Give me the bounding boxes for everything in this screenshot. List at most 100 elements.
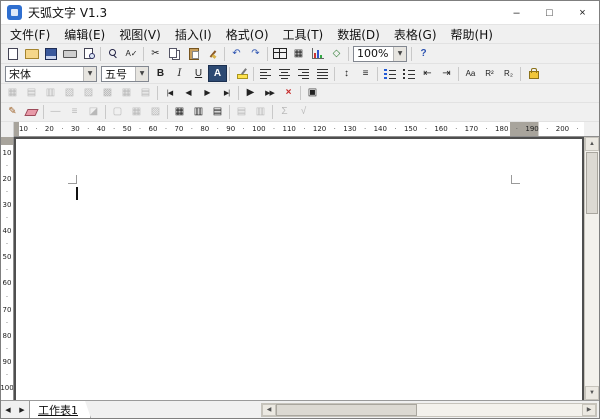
chevron-down-icon[interactable]: ▼ bbox=[135, 67, 148, 81]
vertical-scroll-thumb[interactable] bbox=[586, 152, 598, 214]
print-preview-icon[interactable] bbox=[79, 45, 98, 62]
scroll-down-icon[interactable]: ▼ bbox=[585, 386, 599, 400]
spell-check-icon[interactable]: A✓ bbox=[122, 45, 141, 62]
first-record-icon[interactable]: |◀ bbox=[160, 85, 179, 102]
subscript-icon[interactable]: R₂ bbox=[499, 65, 518, 82]
help-icon[interactable]: ? bbox=[414, 45, 433, 62]
line-spacing-icon[interactable]: ↕ bbox=[337, 65, 356, 82]
toolbar-separator bbox=[267, 47, 268, 61]
align-right-icon[interactable] bbox=[294, 65, 313, 82]
redo-icon[interactable]: ↷ bbox=[246, 45, 265, 62]
previous-record-icon[interactable]: ◀ bbox=[179, 85, 198, 102]
new-document-icon[interactable] bbox=[3, 45, 22, 62]
superscript-icon[interactable]: R² bbox=[480, 65, 499, 82]
menu-view[interactable]: 视图(V) bbox=[112, 25, 168, 43]
font-size-combo[interactable]: 五号 ▼ bbox=[101, 66, 149, 82]
horizontal-scroll-thumb[interactable] bbox=[276, 404, 417, 416]
vertical-scroll-track[interactable] bbox=[585, 151, 599, 386]
split-cells-icon: ▤ bbox=[22, 85, 41, 102]
zoom-combo[interactable]: 100% ▼ bbox=[353, 46, 407, 62]
close-button[interactable]: × bbox=[566, 1, 599, 24]
underline-icon[interactable]: U bbox=[189, 65, 208, 82]
scroll-left-icon[interactable]: ◀ bbox=[262, 404, 276, 416]
copy-icon[interactable] bbox=[165, 45, 184, 62]
menu-help[interactable]: 帮助(H) bbox=[444, 25, 500, 43]
protect-document-icon[interactable] bbox=[523, 65, 542, 82]
ruler-tick: · bbox=[35, 125, 37, 133]
document-page[interactable] bbox=[14, 137, 584, 400]
insert-columns-icon: ▨ bbox=[79, 85, 98, 102]
chevron-down-icon[interactable]: ▼ bbox=[83, 67, 96, 81]
eraser-icon[interactable] bbox=[22, 104, 41, 121]
cut-icon[interactable]: ✂ bbox=[146, 45, 165, 62]
align-center-icon[interactable] bbox=[275, 65, 294, 82]
next-record-icon[interactable]: ▶ bbox=[198, 85, 217, 102]
bullets-icon[interactable] bbox=[399, 65, 418, 82]
insert-worksheet-icon[interactable]: ▦ bbox=[289, 45, 308, 62]
insert-cells-icon[interactable]: ▦ bbox=[170, 104, 189, 121]
save-icon[interactable] bbox=[41, 45, 60, 62]
last-record-icon[interactable]: ▶| bbox=[217, 85, 236, 102]
split-icon[interactable]: ▤ bbox=[208, 104, 227, 121]
scroll-up-icon[interactable]: ▲ bbox=[585, 137, 599, 151]
decrease-indent-icon[interactable]: ⇤ bbox=[418, 65, 437, 82]
merge-icon[interactable]: ▥ bbox=[189, 104, 208, 121]
font-color-icon[interactable]: A bbox=[208, 65, 227, 82]
zoom-value: 100% bbox=[354, 47, 393, 60]
next-sheet-icon[interactable]: ▶ bbox=[15, 401, 29, 418]
chevron-down-icon[interactable]: ▼ bbox=[393, 47, 406, 61]
minimize-button[interactable]: – bbox=[500, 1, 533, 24]
vertical-scrollbar[interactable]: ▲ ▼ bbox=[584, 137, 599, 400]
print-icon[interactable] bbox=[60, 45, 79, 62]
increase-indent-icon[interactable]: ⇥ bbox=[437, 65, 456, 82]
draw-table-icon[interactable]: ✎ bbox=[3, 104, 22, 121]
run-all-icon[interactable]: ▶▶ bbox=[260, 85, 279, 102]
sheet-tab[interactable]: 工作表1 bbox=[29, 401, 91, 418]
scroll-right-icon[interactable]: ▶ bbox=[582, 404, 596, 416]
find-icon[interactable] bbox=[103, 45, 122, 62]
align-justify-icon[interactable] bbox=[313, 65, 332, 82]
vertical-ruler[interactable]: 10·20·30·40·50·60·70·80·90·100 bbox=[1, 137, 14, 400]
format-painter-icon[interactable] bbox=[203, 45, 222, 62]
insert-table-icon[interactable] bbox=[270, 45, 289, 62]
menu-data[interactable]: 数据(D) bbox=[330, 25, 387, 43]
line-style-icon: — bbox=[46, 104, 65, 121]
maximize-button[interactable]: □ bbox=[533, 1, 566, 24]
menu-file[interactable]: 文件(F) bbox=[3, 25, 57, 43]
bold-icon[interactable]: B bbox=[151, 65, 170, 82]
data-form-icon[interactable]: ▣ bbox=[303, 85, 322, 102]
horizontal-scrollbar[interactable]: ◀ ▶ bbox=[261, 403, 597, 417]
split-table-icon: ▥ bbox=[41, 85, 60, 102]
horizontal-scroll-track[interactable] bbox=[276, 404, 582, 416]
menu-insert[interactable]: 插入(I) bbox=[168, 25, 219, 43]
change-case-icon[interactable]: Aa bbox=[461, 65, 480, 82]
play-macro-icon[interactable]: ▶ bbox=[241, 85, 260, 102]
delete-record-icon[interactable]: × bbox=[279, 85, 298, 102]
ruler-number: 10 bbox=[19, 125, 28, 133]
distribute-text-icon[interactable]: ≡ bbox=[356, 65, 375, 82]
font-family-combo[interactable]: 宋体 ▼ bbox=[5, 66, 97, 82]
insert-chart-icon[interactable] bbox=[308, 45, 327, 62]
horizontal-ruler[interactable]: 10·20·30·40·50·60·70·80·90·100·110·120·1… bbox=[1, 122, 599, 137]
undo-icon[interactable]: ↶ bbox=[227, 45, 246, 62]
ruler-tick: · bbox=[243, 125, 245, 133]
tables-borders-toolbar: ✎—≡◪▢▦▨▦▥▤▤▥Σ√ bbox=[1, 103, 599, 122]
italic-icon[interactable]: I bbox=[170, 65, 189, 82]
app-window: 天弧文字 V1.3 – □ × 文件(F) 编辑(E) 视图(V) 插入(I) … bbox=[0, 0, 600, 419]
drawing-icon[interactable]: ◇ bbox=[327, 45, 346, 62]
open-icon[interactable] bbox=[22, 45, 41, 62]
paste-icon[interactable] bbox=[184, 45, 203, 62]
menu-table[interactable]: 表格(G) bbox=[387, 25, 444, 43]
prev-sheet-icon[interactable]: ◀ bbox=[1, 401, 15, 418]
toolbar-separator bbox=[143, 47, 144, 61]
menu-edit[interactable]: 编辑(E) bbox=[57, 25, 112, 43]
ruler-tick: · bbox=[394, 125, 396, 133]
menu-tools[interactable]: 工具(T) bbox=[276, 25, 331, 43]
menu-format[interactable]: 格式(O) bbox=[219, 25, 276, 43]
standard-toolbar-group: A✓ ✂ ↶↷ ▦ ◇ bbox=[3, 44, 351, 63]
ruler-number: 100 bbox=[252, 125, 265, 133]
numbering-icon[interactable] bbox=[380, 65, 399, 82]
align-left-icon[interactable] bbox=[256, 65, 275, 82]
highlight-icon[interactable] bbox=[232, 65, 251, 82]
ruler-number: 150 bbox=[404, 125, 417, 133]
